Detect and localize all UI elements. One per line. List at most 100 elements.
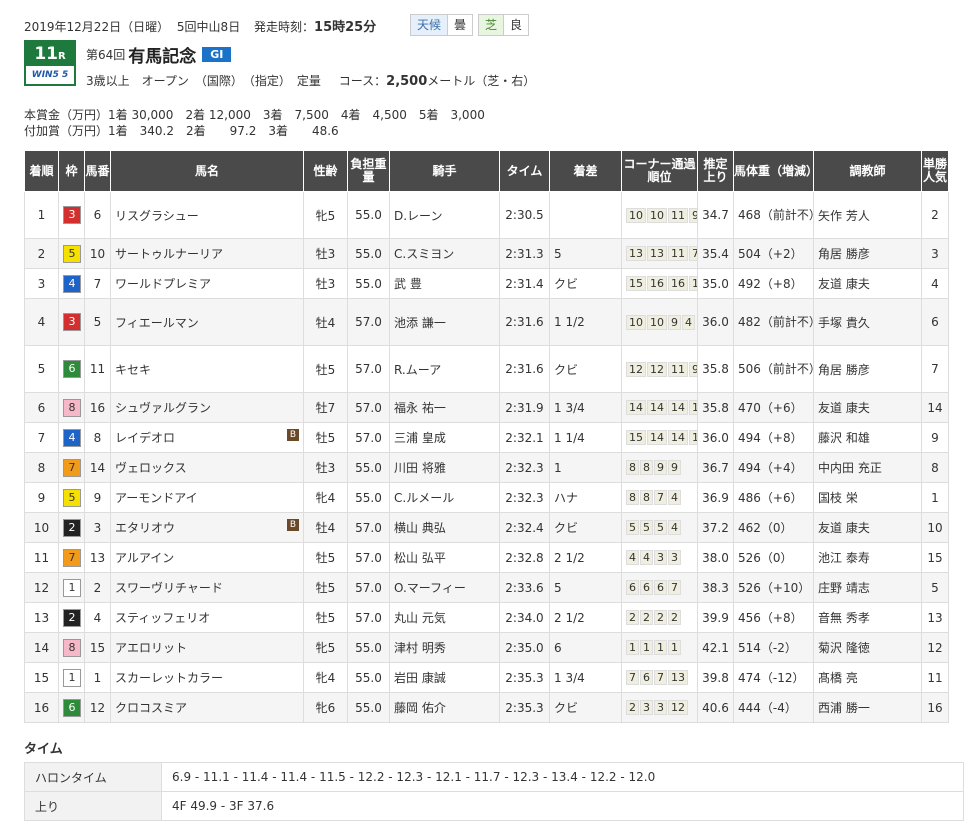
finish-position: 4 bbox=[24, 298, 59, 346]
horse-name-link[interactable]: キセキ bbox=[115, 363, 151, 377]
finish-time: 2:34.0 bbox=[499, 602, 550, 633]
finish-time: 2:31.3 bbox=[499, 238, 550, 269]
horse-name-link[interactable]: エタリオウ bbox=[115, 521, 175, 535]
trainer-link[interactable]: 庄野 靖志 bbox=[818, 581, 870, 595]
sex-age: 牡3 bbox=[303, 452, 348, 483]
horse-name-link[interactable]: スワーヴリチャード bbox=[115, 581, 223, 595]
last-row: 上り 4F 49.9 - 3F 37.6 bbox=[24, 791, 964, 821]
trainer-link[interactable]: 音無 秀孝 bbox=[818, 611, 870, 625]
margin: 1 1/2 bbox=[549, 298, 622, 346]
table-row: 9 5 9 アーモンドアイ 牝4 55.0 C.ルメール 2:32.3 ハナ 8 8 7 4 36.9 48… bbox=[24, 482, 949, 513]
time-section-title: タイム bbox=[24, 742, 63, 757]
race-class: 3歳以上 オープン （国際） （指定） 定量 bbox=[86, 74, 321, 88]
horse-name-link[interactable]: レイデオロ bbox=[115, 431, 175, 445]
trainer-link[interactable]: 国枝 栄 bbox=[818, 491, 858, 505]
jockey-link[interactable]: C.ルメール bbox=[394, 491, 454, 505]
waku-cell: 2 bbox=[58, 602, 85, 633]
last-3f: 36.7 bbox=[697, 452, 734, 483]
horse-name-link[interactable]: リスグラシュー bbox=[115, 209, 199, 223]
horse-name-link[interactable]: スカーレットカラー bbox=[115, 671, 223, 685]
sex-age: 牡5 bbox=[303, 345, 348, 393]
finish-position: 7 bbox=[24, 422, 59, 453]
sex-age: 牡7 bbox=[303, 392, 348, 423]
finish-position: 2 bbox=[24, 238, 59, 269]
body-weight: 474（-12） bbox=[733, 662, 814, 693]
jockey-link[interactable]: C.スミヨン bbox=[394, 247, 454, 261]
horse-name-link[interactable]: アルアイン bbox=[115, 551, 174, 565]
horse-name-link[interactable]: アエロリット bbox=[115, 641, 187, 655]
jockey-link[interactable]: R.ムーア bbox=[394, 363, 441, 377]
corner-position: 9 bbox=[668, 314, 681, 330]
waku-badge: 4 bbox=[63, 274, 81, 293]
margin: 2 1/2 bbox=[549, 602, 622, 633]
jockey-link[interactable]: D.レーン bbox=[394, 209, 442, 223]
last-3f: 36.9 bbox=[697, 482, 734, 513]
body-weight: 482（前計不） bbox=[733, 298, 814, 346]
jockey-link[interactable]: 川田 将雅 bbox=[394, 461, 446, 475]
jockey-link[interactable]: 福永 祐一 bbox=[394, 401, 446, 415]
margin: ハナ bbox=[549, 482, 622, 513]
corner-position: 15 bbox=[626, 276, 646, 291]
finish-position: 14 bbox=[24, 632, 59, 663]
horse-name-link[interactable]: ヴェロックス bbox=[115, 461, 187, 475]
corner-position: 10 bbox=[626, 314, 646, 330]
trainer-link[interactable]: 手塚 貴久 bbox=[818, 316, 870, 330]
horse-name-link[interactable]: スティッフェリオ bbox=[115, 611, 210, 625]
corner-positions: 6667 bbox=[621, 572, 698, 603]
finish-time: 2:35.3 bbox=[499, 662, 550, 693]
jockey-link[interactable]: 横山 典弘 bbox=[394, 521, 446, 535]
corner-position: 7 bbox=[626, 670, 639, 685]
sex-age: 牡5 bbox=[303, 572, 348, 603]
win-popularity: 3 bbox=[921, 238, 949, 269]
trainer-link[interactable]: 西浦 勝一 bbox=[818, 701, 870, 715]
trainer-link[interactable]: 角居 勝彦 bbox=[818, 363, 870, 377]
jockey-link[interactable]: 藤岡 佑介 bbox=[394, 701, 446, 715]
corner-position: 13 bbox=[626, 246, 646, 261]
table-row: 14 8 15 アエロリット 牝5 55.0 津村 明秀 2:35.0 6 1 1 1 1 42.1 514… bbox=[24, 632, 949, 663]
trainer-link[interactable]: 角居 勝彦 bbox=[818, 247, 870, 261]
corner-position: 10 bbox=[626, 207, 646, 223]
trainer-link[interactable]: 矢作 芳人 bbox=[818, 209, 870, 223]
horse-number: 16 bbox=[84, 392, 111, 423]
corner-position: 14 bbox=[668, 430, 688, 445]
trainer-link[interactable]: 髙橋 亮 bbox=[818, 671, 858, 685]
horse-name-link[interactable]: アーモンドアイ bbox=[115, 491, 198, 505]
corner-list: 1212119 bbox=[626, 361, 697, 377]
horse-name-link[interactable]: サートゥルナーリア bbox=[115, 247, 223, 261]
course-label: コース： bbox=[338, 74, 387, 88]
horse-name-link[interactable]: ワールドプレミア bbox=[115, 277, 211, 291]
jockey-link[interactable]: 丸山 元気 bbox=[394, 611, 446, 625]
race-name: 有馬記念 bbox=[128, 47, 197, 67]
corner-positions: 4433 bbox=[621, 542, 698, 573]
last-label: 上り bbox=[24, 791, 162, 821]
jockey-link[interactable]: 池添 謙一 bbox=[394, 316, 446, 330]
trainer-link[interactable]: 菊沢 隆徳 bbox=[818, 641, 870, 655]
trainer-link[interactable]: 友道 康夫 bbox=[818, 277, 870, 291]
jockey-link[interactable]: 三浦 皇成 bbox=[394, 431, 446, 445]
jockey-link[interactable]: 岩田 康誠 bbox=[394, 671, 446, 685]
trainer-link[interactable]: 池江 泰寿 bbox=[818, 551, 870, 565]
race-number-suffix: R bbox=[57, 51, 66, 62]
trainer-cell: 友道 康夫 bbox=[813, 268, 922, 299]
trainer-link[interactable]: 友道 康夫 bbox=[818, 521, 870, 535]
margin: クビ bbox=[549, 692, 622, 723]
body-weight: 494（+8） bbox=[733, 422, 814, 453]
finish-position: 13 bbox=[24, 602, 59, 633]
jockey-link[interactable]: O.マーフィー bbox=[394, 581, 466, 595]
trainer-link[interactable]: 中内田 充正 bbox=[818, 461, 882, 475]
last-3f: 36.0 bbox=[697, 298, 734, 346]
sex-age: 牡5 bbox=[303, 542, 348, 573]
finish-position: 3 bbox=[24, 268, 59, 299]
win-popularity: 4 bbox=[921, 268, 949, 299]
horse-name-link[interactable]: フィエールマン bbox=[115, 316, 199, 330]
race-number-badge: 11R WIN5 5 bbox=[24, 40, 76, 86]
corner-position: 6 bbox=[640, 580, 653, 595]
waku-cell: 8 bbox=[58, 392, 85, 423]
jockey-link[interactable]: 松山 弘平 bbox=[394, 551, 446, 565]
jockey-link[interactable]: 津村 明秀 bbox=[394, 641, 446, 655]
horse-name-link[interactable]: クロコスミア bbox=[115, 701, 187, 715]
horse-name-link[interactable]: シュヴァルグラン bbox=[115, 401, 211, 415]
jockey-link[interactable]: 武 豊 bbox=[394, 277, 422, 291]
trainer-link[interactable]: 藤沢 和雄 bbox=[818, 431, 870, 445]
trainer-link[interactable]: 友道 康夫 bbox=[818, 401, 870, 415]
